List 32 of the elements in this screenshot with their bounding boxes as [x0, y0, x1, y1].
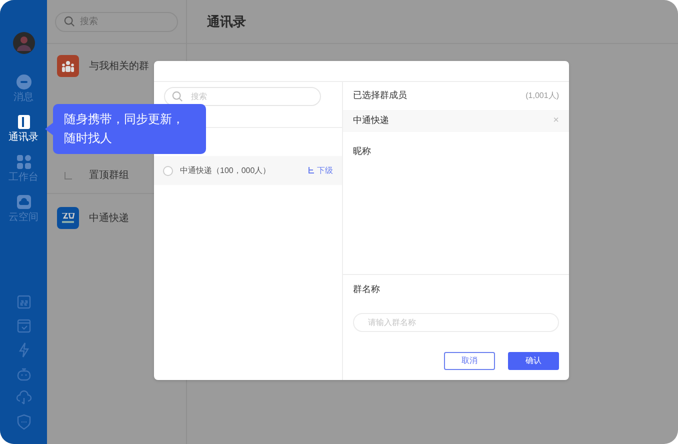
- grid-icon: [16, 154, 32, 170]
- group-name-label: 群名称: [353, 282, 380, 296]
- cloud-icon: [16, 194, 32, 210]
- contact-list-item[interactable]: 与我相关的群: [47, 46, 186, 86]
- sub-level-link[interactable]: 下级: [308, 164, 333, 176]
- confirm-button[interactable]: 确认: [508, 352, 559, 370]
- page-title: 通讯录: [207, 12, 246, 31]
- task-icon[interactable]: [16, 318, 32, 334]
- branch-icon: [64, 172, 72, 180]
- hierarchy-icon: [308, 167, 314, 174]
- shield-icon[interactable]: [16, 414, 32, 430]
- tooltip-pointer: [45, 122, 54, 136]
- robot-icon[interactable]: [16, 366, 32, 382]
- cloud-sync-icon[interactable]: [16, 390, 32, 406]
- search-icon: [172, 91, 183, 102]
- tooltip: 随身携带，同步更新，随时找人: [53, 104, 206, 154]
- group-icon: [57, 55, 79, 77]
- column-label: 昵称: [353, 145, 371, 158]
- radio-button[interactable]: [163, 166, 173, 176]
- search-icon: [64, 16, 75, 27]
- cancel-button[interactable]: 取消: [444, 352, 495, 370]
- group-name-field[interactable]: 请输入群名称: [353, 313, 559, 332]
- selected-members-title: 已选择群成员: [353, 89, 407, 102]
- contact-list-item[interactable]: 中通快递: [47, 198, 186, 238]
- calendar-icon[interactable]: [16, 294, 32, 310]
- member-count: (1,001人): [526, 90, 559, 102]
- avatar[interactable]: [12, 32, 34, 54]
- selected-member-row[interactable]: 中通快递 ×: [343, 110, 569, 132]
- sidebar-item[interactable]: 通讯录: [8, 108, 38, 148]
- contacts-icon: [16, 114, 32, 130]
- org-list-item[interactable]: 中通快递（100，000人） 下级: [154, 156, 342, 185]
- chat-icon: [16, 74, 32, 90]
